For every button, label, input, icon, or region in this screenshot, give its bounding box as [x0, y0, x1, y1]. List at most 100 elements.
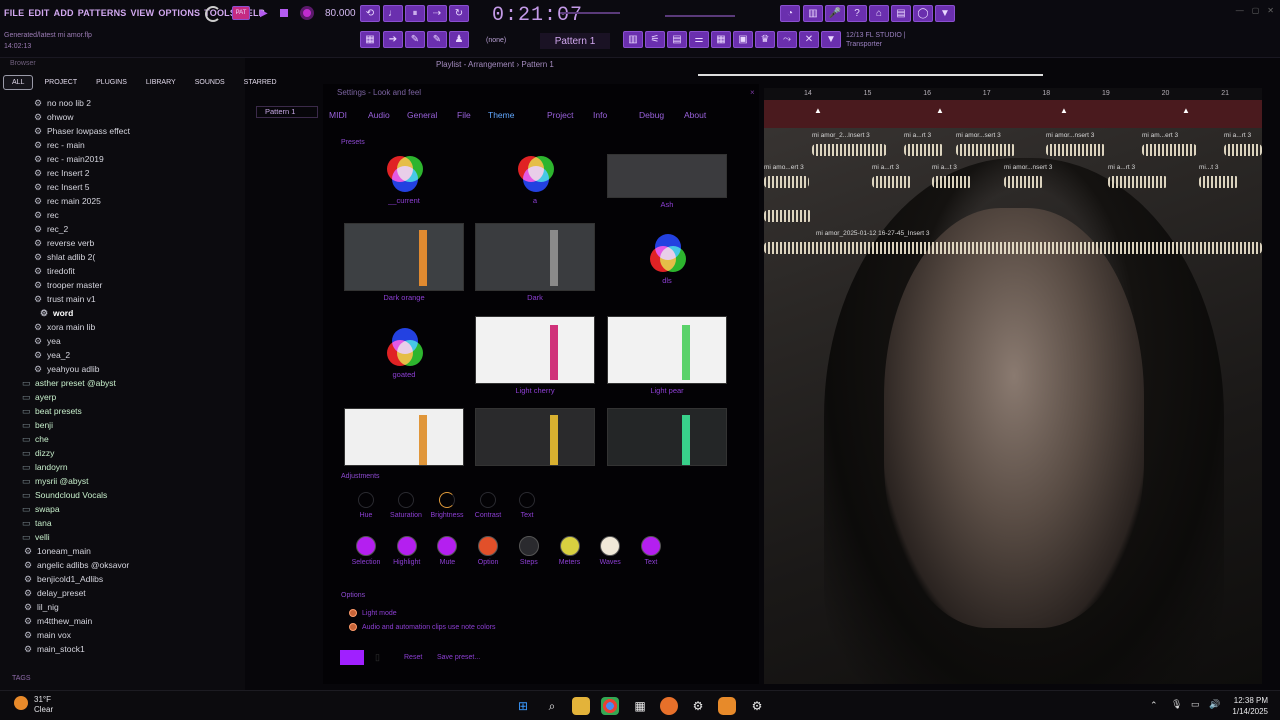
- pat-song-icon[interactable]: PAT: [232, 6, 250, 20]
- tab-about[interactable]: About: [684, 110, 706, 120]
- help-icon[interactable]: ?: [847, 5, 867, 22]
- audio-clip-name[interactable]: mi a...rt 3: [904, 132, 931, 139]
- speaker-icon[interactable]: 🔊: [1209, 699, 1220, 710]
- playlist-scroll[interactable]: [698, 74, 1043, 76]
- browser-preset-item[interactable]: ⚙ angelic adlibs @oksavor: [0, 558, 245, 572]
- audio-clip-waveform[interactable]: [1224, 144, 1262, 156]
- audio-clip-waveform[interactable]: [1046, 144, 1106, 156]
- view-icon-9[interactable]: ✕: [799, 31, 819, 48]
- tags-label[interactable]: TAGS: [12, 675, 31, 682]
- browser-folder-item[interactable]: ▭ tana: [0, 516, 245, 530]
- mixer-icon[interactable]: ▥: [803, 5, 823, 22]
- menu-file[interactable]: FILE: [4, 8, 24, 18]
- browser-preset-item[interactable]: ⚙ yea: [0, 334, 245, 348]
- view-icon-7[interactable]: ♛: [755, 31, 775, 48]
- view-icon-5[interactable]: ▦: [711, 31, 731, 48]
- tab-info[interactable]: Info: [593, 110, 607, 120]
- marker-track[interactable]: ▲ ▲ ▲ ▲: [764, 100, 1262, 128]
- pattern-list-item[interactable]: Pattern 1: [256, 106, 318, 118]
- close-icon[interactable]: ✕: [1267, 6, 1274, 15]
- browser-preset-item[interactable]: ⚙ Phaser lowpass effect: [0, 124, 245, 138]
- timeline-ruler[interactable]: 14 15 16 17 18 19 20 21: [764, 88, 1262, 100]
- browser-folder-item[interactable]: ▭ che: [0, 432, 245, 446]
- option-light-mode[interactable]: Light mode: [349, 609, 397, 617]
- wait-icon[interactable]: ⏸: [405, 5, 425, 22]
- audio-clip-name[interactable]: mi amor...sert 3: [956, 132, 1001, 139]
- browser-folder-item[interactable]: ▭ swapa: [0, 502, 245, 516]
- audio-clip-name[interactable]: mi a...rt 3: [1108, 164, 1135, 171]
- audio-clip-name[interactable]: mi a...t 3: [932, 164, 957, 171]
- menu-patterns[interactable]: PATTERNS: [78, 8, 127, 18]
- browser-preset-item[interactable]: ⚙ delay_preset: [0, 586, 245, 600]
- browser-folder-item[interactable]: ▭ beat presets: [0, 404, 245, 418]
- browser-preset-item[interactable]: ⚙ rec - main: [0, 138, 245, 152]
- browser-preset-item[interactable]: ⚙ 1oneam_main: [0, 544, 245, 558]
- song-time[interactable]: 0:21:07: [492, 4, 583, 27]
- tab-plugins[interactable]: PLUGINS: [88, 76, 135, 89]
- tool-icon-3[interactable]: ✎: [405, 31, 425, 48]
- countdown-icon[interactable]: ⇢: [427, 5, 447, 22]
- view-icon-4[interactable]: ⚌: [689, 31, 709, 48]
- save-preset-button[interactable]: Save preset...: [437, 654, 480, 661]
- preset-light-cherry[interactable]: Light cherry: [475, 316, 595, 395]
- marker-icon[interactable]: ▲: [814, 106, 822, 115]
- color-swatch-highlight[interactable]: Highlight: [390, 536, 424, 566]
- preset-a[interactable]: a: [475, 154, 595, 205]
- browser-preset-item[interactable]: ⚙ rec - main2019: [0, 152, 245, 166]
- tab-project[interactable]: PROJECT: [36, 76, 85, 89]
- keys-icon[interactable]: ▤: [891, 5, 911, 22]
- tab-general[interactable]: General: [407, 110, 437, 120]
- browser-folder-item[interactable]: ▭ ayerp: [0, 390, 245, 404]
- store-icon[interactable]: ▦: [631, 697, 649, 715]
- tab-starred[interactable]: STARRED: [236, 76, 285, 89]
- playlist-arrangement[interactable]: 14 15 16 17 18 19 20 21 ▲ ▲ ▲ ▲ mi amor_2...Ins…: [764, 88, 1262, 684]
- color-swatch-mute[interactable]: Mute: [430, 536, 464, 566]
- preset-light-pear[interactable]: Light pear: [607, 316, 727, 395]
- browser-preset-item[interactable]: ⚙ word: [0, 306, 245, 320]
- browser-folder-item[interactable]: ▭ velli: [0, 530, 245, 544]
- contrast-knob[interactable]: Contrast: [471, 492, 505, 519]
- master-pitch[interactable]: [560, 12, 620, 14]
- tab-theme[interactable]: Theme: [488, 110, 514, 120]
- preset-dark-green[interactable]: [607, 408, 727, 466]
- record-icon[interactable]: [300, 6, 314, 20]
- tab-debug[interactable]: Debug: [639, 110, 664, 120]
- color-swatch-text[interactable]: Text: [634, 536, 668, 566]
- browser-folder-item[interactable]: ▭ dizzy: [0, 446, 245, 460]
- audio-clip-waveform[interactable]: [764, 210, 812, 222]
- preset-dls[interactable]: dls: [607, 234, 727, 285]
- stop-icon[interactable]: [280, 9, 288, 17]
- color-swatch-steps[interactable]: Steps: [512, 536, 546, 566]
- menu-add[interactable]: ADD: [54, 8, 74, 18]
- audio-clip-waveform[interactable]: [764, 176, 809, 188]
- weather-widget[interactable]: 31°F Clear: [34, 695, 53, 715]
- metronome-icon[interactable]: ♩: [383, 5, 403, 22]
- color-swatch-meters[interactable]: Meters: [553, 536, 587, 566]
- tool-icon-1[interactable]: ▦: [360, 31, 380, 48]
- audio-clip-name[interactable]: mi a...rt 3: [1224, 132, 1251, 139]
- master-volume[interactable]: [665, 15, 735, 17]
- color-swatch-selection[interactable]: Selection: [349, 536, 383, 566]
- browser-preset-item[interactable]: ⚙ trust main v1: [0, 292, 245, 306]
- user-icon[interactable]: ▼: [935, 5, 955, 22]
- view-icon-10[interactable]: ▼: [821, 31, 841, 48]
- cpu-icon[interactable]: ◔: [780, 5, 800, 22]
- view-icon-2[interactable]: ⚟: [645, 31, 665, 48]
- snap-icon[interactable]: ⟲: [360, 5, 380, 22]
- browser-preset-item[interactable]: ⚙ main_stock1: [0, 642, 245, 656]
- tab-audio[interactable]: Audio: [368, 110, 390, 120]
- plugin-icon[interactable]: ⌂: [869, 5, 889, 22]
- tab-midi[interactable]: MIDI: [329, 110, 347, 120]
- browser-preset-item[interactable]: ⚙ m4tthew_main: [0, 614, 245, 628]
- pattern-mode[interactable]: (none): [486, 37, 506, 44]
- audio-clip-waveform[interactable]: [764, 242, 1262, 254]
- start-icon[interactable]: ⊞: [514, 697, 532, 715]
- audio-clip-name[interactable]: mi amor...nsert 3: [1046, 132, 1094, 139]
- view-icon-6[interactable]: ▣: [733, 31, 753, 48]
- audio-clip-name[interactable]: mi amor...nsert 3: [1004, 164, 1052, 171]
- tempo-display[interactable]: 80.000: [325, 8, 356, 19]
- audio-clip-waveform[interactable]: [956, 144, 1016, 156]
- browser-preset-item[interactable]: ⚙ yeahyou adlib: [0, 362, 245, 376]
- audio-clip-waveform[interactable]: [904, 144, 944, 156]
- browser-preset-item[interactable]: ⚙ ohwow: [0, 110, 245, 124]
